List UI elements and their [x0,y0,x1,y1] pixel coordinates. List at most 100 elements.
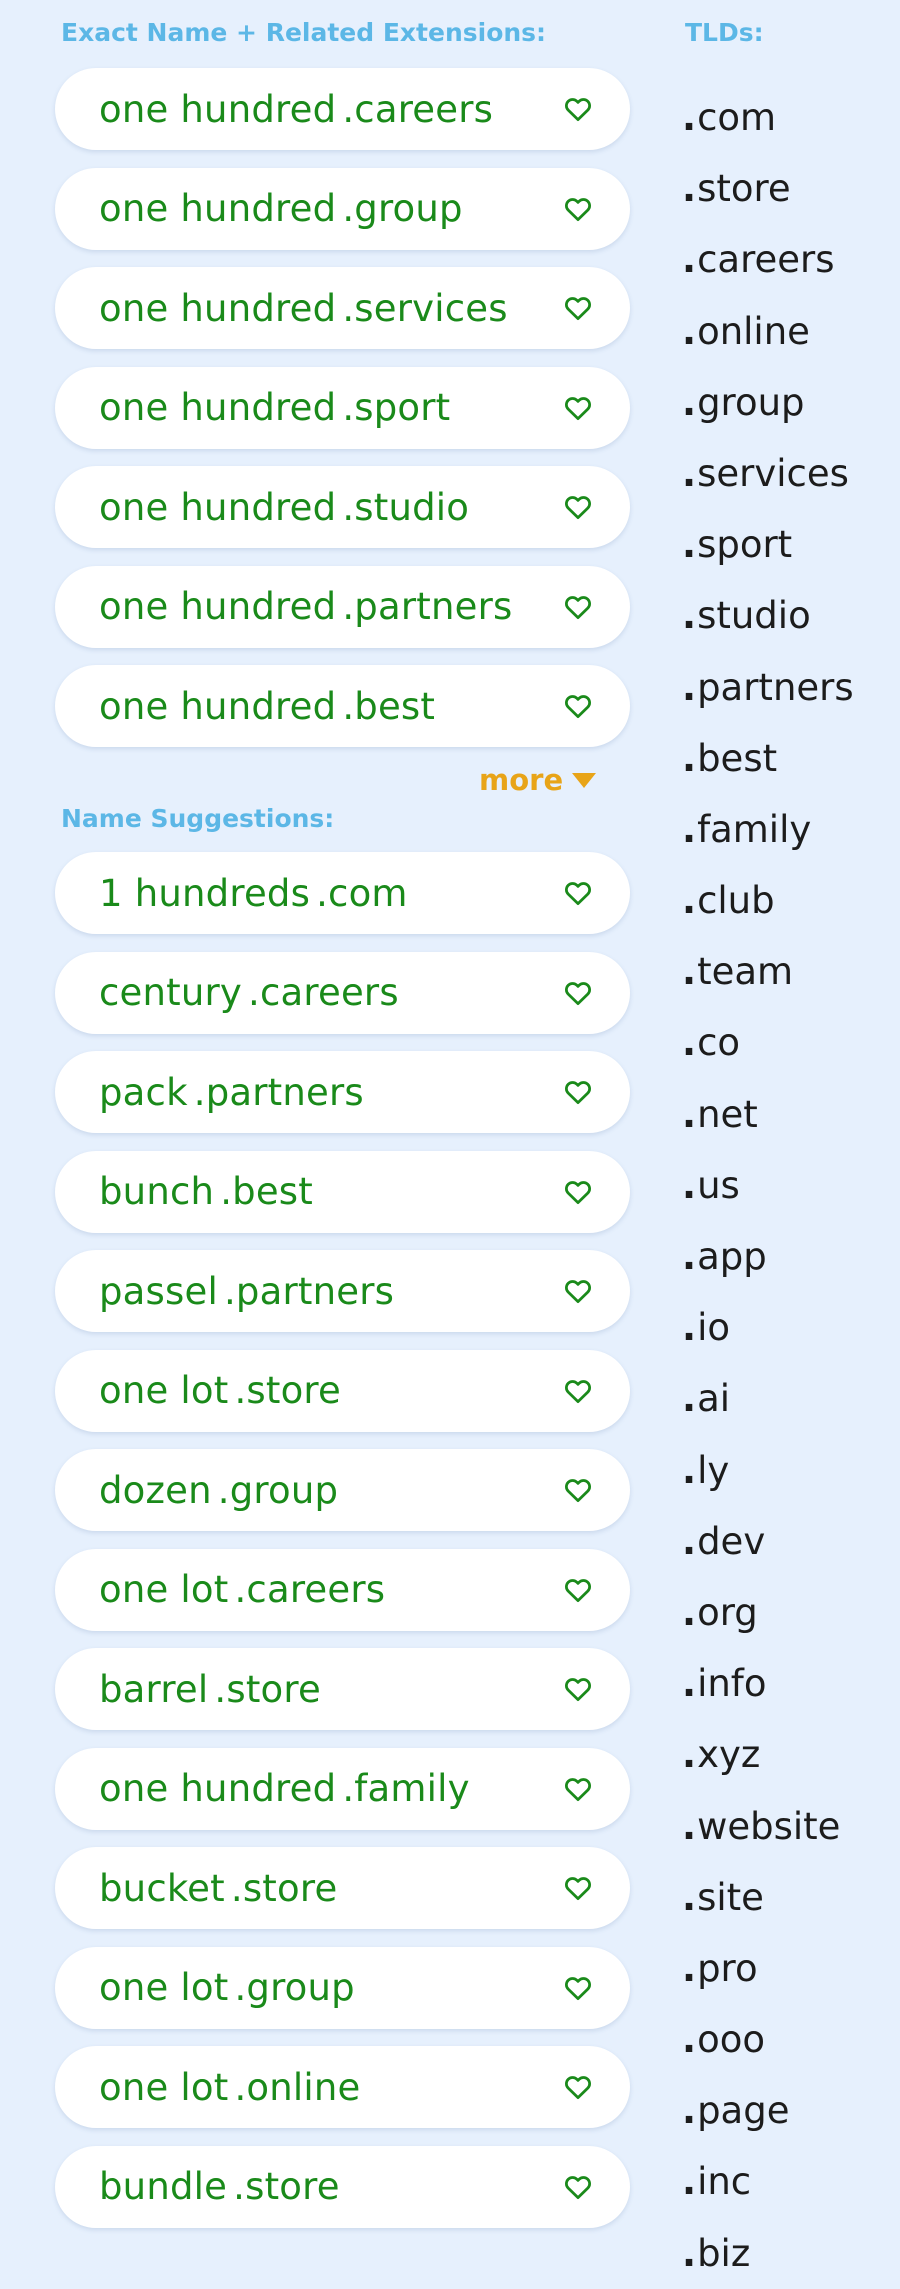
domain-pill[interactable]: bucket .store [55,1847,630,1929]
tld-item[interactable]: .group [682,367,854,438]
domain-pill[interactable]: one hundred .services [55,267,630,349]
domain-pill[interactable]: one lot .online [55,2046,630,2128]
tld-item[interactable]: .app [682,1221,854,1292]
tld-item[interactable]: .co [682,1007,854,1078]
tld-dot: . [682,1235,697,1278]
tld-dot: . [682,380,697,424]
domain-pill[interactable]: one hundred .partners [55,565,630,648]
domain-pill[interactable]: one hundred .sport [55,366,630,449]
heart-outline-icon[interactable] [562,977,594,1009]
domain-pill[interactable]: barrel .store [55,1648,630,1730]
tld-item[interactable]: .team [682,936,854,1007]
heart-outline-icon[interactable] [562,877,594,909]
tld-item[interactable]: .club [682,865,854,936]
tld-item[interactable]: .ai [682,1363,854,1434]
tld-item[interactable]: .studio [682,580,854,651]
tld-item[interactable]: .family [682,794,854,865]
heart-outline-icon[interactable] [562,2071,594,2103]
tld-item[interactable]: .website [682,1791,854,1862]
domain-extension: .partners [342,585,513,628]
heart-outline-icon[interactable] [562,93,594,125]
domain-pill[interactable]: one hundred .best [55,665,630,747]
domain-pill[interactable]: passel .partners [55,1250,630,1332]
tld-item[interactable]: .org [682,1577,854,1648]
domain-pill[interactable]: 1 hundreds .com [55,852,630,934]
heart-outline-icon[interactable] [562,1275,594,1307]
domain-name: one lot .careers [99,1568,385,1611]
tld-item[interactable]: .io [682,1292,854,1363]
domain-label: pack [99,1070,188,1114]
tld-item[interactable]: .com [682,82,854,153]
tld-item[interactable]: .xyz [682,1719,854,1790]
domain-pill[interactable]: bundle .store [55,2145,630,2228]
tld-item[interactable]: .info [682,1648,854,1719]
heart-outline-icon[interactable] [562,591,594,623]
heart-outline-icon[interactable] [562,1872,594,1904]
domain-label: bunch [99,1170,215,1213]
heart-outline-icon[interactable] [562,2171,594,2203]
domain-pill[interactable]: dozen .group [55,1449,630,1531]
domain-pill[interactable]: century .careers [55,951,630,1034]
heart-outline-icon[interactable] [562,1176,594,1208]
tld-item[interactable]: .ly [682,1435,854,1506]
domain-extension: .group [342,187,463,230]
tld-item[interactable]: .store [682,153,854,224]
tld-dot: . [682,1590,697,1634]
domain-name: passel .partners [99,1270,394,1313]
tld-dot: . [682,1377,697,1421]
heart-outline-icon[interactable] [562,1574,594,1606]
tld-item[interactable]: .site [682,1862,854,1933]
heart-outline-icon[interactable] [562,1375,594,1407]
heart-outline-icon[interactable] [562,1076,594,1108]
domain-pill[interactable]: one lot .group [55,1946,630,2029]
tld-item[interactable]: .best [682,723,854,794]
tld-label: services [697,451,849,495]
domain-pill[interactable]: one hundred .group [55,167,630,250]
heart-outline-icon[interactable] [562,491,594,523]
tld-label: family [697,807,812,851]
tld-label: website [697,1804,841,1848]
tld-item[interactable]: .us [682,1150,854,1221]
tld-item[interactable]: .dev [682,1506,854,1577]
tld-item[interactable]: .page [682,2075,854,2146]
tld-dot: . [682,594,697,638]
tld-item[interactable]: .sport [682,509,854,580]
domain-pill[interactable]: pack .partners [55,1051,630,1133]
tld-item[interactable]: .inc [682,2146,854,2217]
domain-name: one lot .store [99,1369,341,1412]
tld-label: inc [697,2160,752,2204]
tld-dot: . [682,2231,697,2275]
tld-item[interactable]: .pro [682,1933,854,2004]
heart-outline-icon[interactable] [562,1673,594,1705]
tld-item[interactable]: .services [682,438,854,509]
heart-outline-icon[interactable] [562,193,594,225]
tld-item[interactable]: .net [682,1079,854,1150]
tld-item[interactable]: .online [682,296,854,367]
tld-item[interactable]: .careers [682,224,854,295]
tld-item[interactable]: .biz [682,2218,854,2289]
tld-dot: . [682,1163,697,1207]
tld-label: net [697,1092,758,1136]
heart-outline-icon[interactable] [562,292,594,324]
domain-pill[interactable]: one hundred .studio [55,466,630,548]
domain-pill[interactable]: one lot .careers [55,1548,630,1631]
more-button[interactable]: more [479,763,597,797]
heart-outline-icon[interactable] [562,1474,594,1506]
domain-pill[interactable]: one hundred .careers [55,68,630,150]
domain-pill[interactable]: one lot .store [55,1349,630,1432]
more-label: more [479,763,564,797]
heart-outline-icon[interactable] [562,690,594,722]
tld-label: biz [697,2231,751,2275]
tld-label: dev [697,1519,766,1563]
tld-dot: . [682,2018,697,2062]
tld-item[interactable]: .ooo [682,2004,854,2075]
tld-item[interactable]: .partners [682,652,854,723]
tld-label: club [697,879,775,923]
heart-outline-icon[interactable] [562,1972,594,2004]
heart-outline-icon[interactable] [562,392,594,424]
tld-label: ai [697,1377,731,1421]
domain-pill[interactable]: one hundred .family [55,1747,630,1830]
heart-outline-icon[interactable] [562,1773,594,1805]
tld-dot: . [682,736,697,780]
domain-pill[interactable]: bunch .best [55,1150,630,1233]
